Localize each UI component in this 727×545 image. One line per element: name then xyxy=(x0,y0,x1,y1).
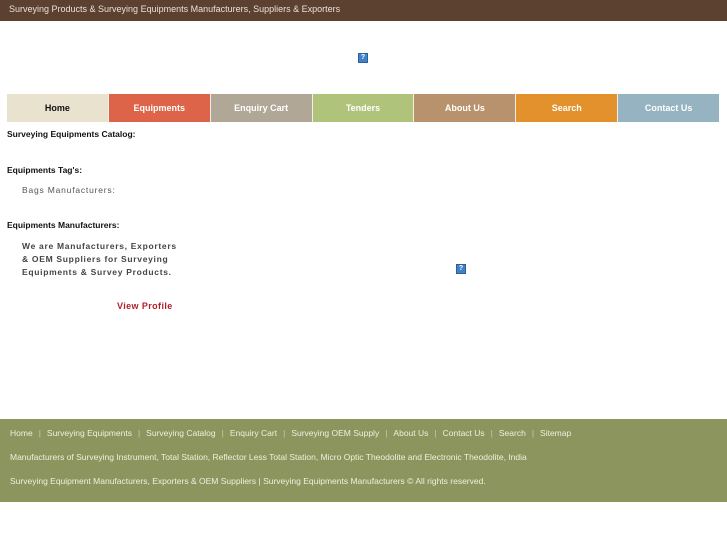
footer-link-search[interactable]: Search xyxy=(499,428,526,438)
footer-links: Home | Surveying Equipments | Surveying Cata… xyxy=(10,428,571,438)
footer-link-contact-us[interactable]: Contact Us xyxy=(443,428,485,438)
separator: | xyxy=(434,428,437,438)
tags-heading: Equipments Tag's: xyxy=(7,165,83,175)
nav-home[interactable]: Home xyxy=(7,94,109,122)
footer-link-about-us[interactable]: About Us xyxy=(393,428,428,438)
separator: | xyxy=(385,428,388,438)
nav-contact-us[interactable]: Contact Us xyxy=(618,94,720,122)
separator: | xyxy=(531,428,535,438)
broken-image-icon: ? xyxy=(358,53,368,63)
separator: | xyxy=(137,428,141,438)
top-bar: Surveying Products & Surveying Equipment… xyxy=(0,0,727,21)
footer: Home | Surveying Equipments | Surveying Cata… xyxy=(0,419,727,502)
nav-search[interactable]: Search xyxy=(516,94,619,122)
nav-equipments[interactable]: Equipments xyxy=(108,94,211,122)
footer-products-line: Manufacturers of Surveying Instrument, T… xyxy=(10,452,527,462)
intro-text: We are Manufacturers, Exporters & OEM Su… xyxy=(22,241,177,277)
nav-tenders[interactable]: Tenders xyxy=(312,94,415,122)
footer-link-surveying-equipments[interactable]: Surveying Equipments xyxy=(47,428,132,438)
catalog-heading: Surveying Equipments Catalog: xyxy=(7,129,136,139)
separator: | xyxy=(490,428,493,438)
main-nav: Home Equipments Enquiry Cart Tenders Abo… xyxy=(7,94,720,122)
separator: | xyxy=(221,428,224,438)
footer-link-oem-supply[interactable]: Surveying OEM Supply xyxy=(291,428,379,438)
nav-about-us[interactable]: About Us xyxy=(414,94,517,122)
manufacturers-heading: Equipments Manufacturers: xyxy=(7,220,120,230)
footer-copyright: Surveying Equipment Manufacturers, Expor… xyxy=(10,476,486,486)
site-tagline: Surveying Products & Surveying Equipment… xyxy=(9,4,341,14)
footer-link-sitemap[interactable]: Sitemap xyxy=(540,428,571,438)
footer-link-surveying-catalog[interactable]: Surveying Catalog xyxy=(146,428,215,438)
separator: | xyxy=(38,428,41,438)
separator: | xyxy=(283,428,286,438)
footer-link-enquiry-cart[interactable]: Enquiry Cart xyxy=(230,428,277,438)
tag-link[interactable]: Bags Manufacturers: xyxy=(22,185,116,195)
nav-enquiry-cart[interactable]: Enquiry Cart xyxy=(210,94,313,122)
view-profile-link[interactable]: View Profile xyxy=(117,301,173,311)
broken-image-icon: ? xyxy=(456,264,466,274)
footer-link-home[interactable]: Home xyxy=(10,428,33,438)
